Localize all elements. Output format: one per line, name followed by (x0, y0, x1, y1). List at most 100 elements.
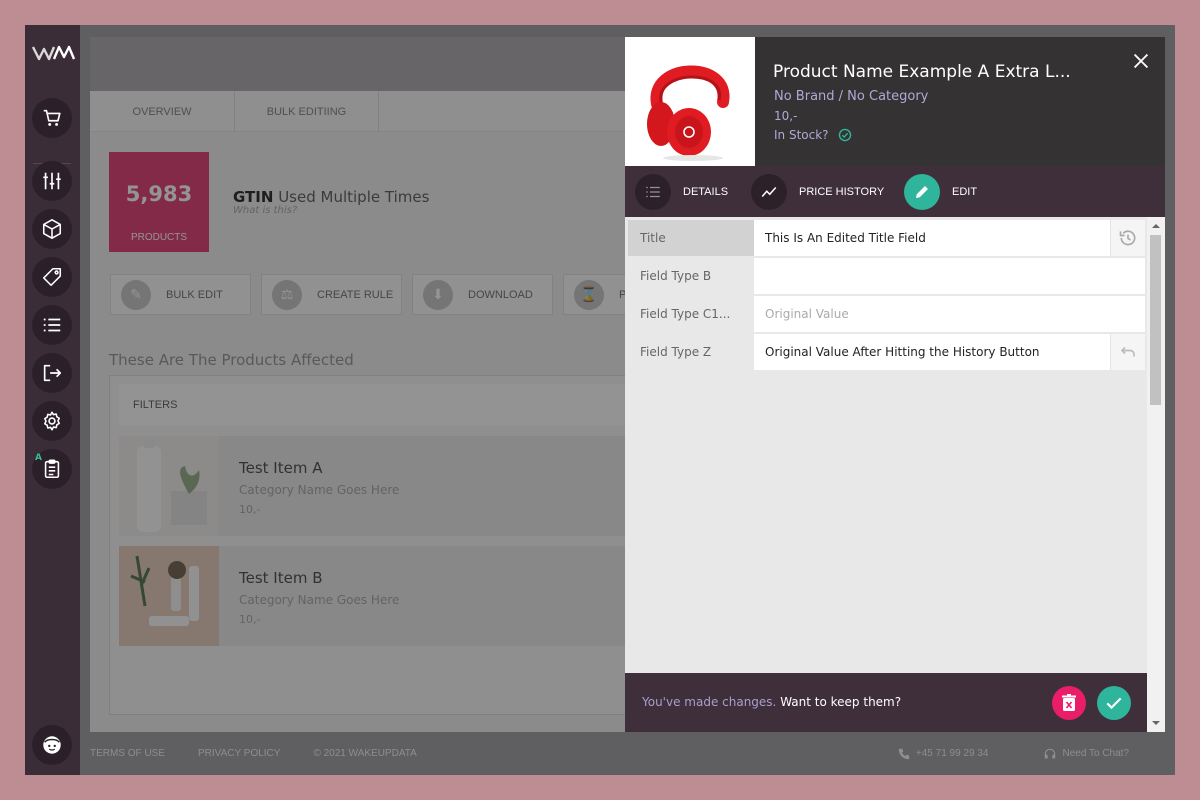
download-button[interactable]: ⬇ DOWNLOAD (412, 274, 553, 315)
pencil-icon (904, 173, 940, 210)
terms-link[interactable]: TERMS OF USE (90, 748, 165, 759)
sidebar-item-list[interactable] (32, 305, 72, 345)
wm-logo-icon (31, 45, 75, 60)
scroll-thumb[interactable] (1150, 235, 1161, 405)
stock-status: In Stock? (774, 128, 852, 142)
keep-changes-button[interactable] (1097, 686, 1131, 720)
tab-price-history-label: PRICE HISTORY (799, 185, 885, 198)
pencil-icon: ✎ (121, 279, 151, 310)
close-icon[interactable] (1130, 50, 1152, 72)
scroll-up-arrow[interactable] (1147, 221, 1165, 231)
field-row-title: Title This Is An Edited Title Field (628, 220, 1145, 256)
tab-bulk-editing[interactable]: BULK EDITIING (235, 91, 379, 132)
phone-number: +45 71 99 29 34 (915, 748, 989, 759)
create-rule-label: CREATE RULE (317, 288, 394, 301)
product-name: Test Item A (239, 459, 323, 477)
sidebar-item-sliders[interactable] (32, 161, 72, 201)
list-icon (635, 173, 671, 210)
sidebar-item-settings[interactable] (32, 401, 72, 441)
copyright: © 2021 WAKEUPDATA (313, 748, 417, 759)
face-icon (43, 736, 61, 754)
sidebar-item-logout[interactable] (32, 353, 72, 393)
scroll-down-arrow[interactable] (1147, 718, 1165, 728)
tab-edit-label: EDIT (952, 185, 978, 198)
clipboard-icon (44, 459, 60, 479)
footer: TERMS OF USE PRIVACY POLICY © 2021 WAKEU… (90, 732, 1175, 775)
create-rule-button[interactable]: ⚖ CREATE RULE (261, 274, 402, 315)
field-label: Field Type C1... (640, 307, 731, 321)
sidebar-item-products[interactable] (32, 209, 72, 249)
field-label: Field Type B (640, 269, 712, 283)
field-b-input[interactable] (754, 258, 1145, 294)
clipboard-badge: A (35, 453, 42, 463)
sidebar-item-cart[interactable] (32, 98, 72, 138)
filters-bar[interactable]: FILTERS (119, 384, 630, 426)
panel-header: Product Name Example A Extra L... No Bra… (625, 37, 1165, 166)
check-icon (1106, 697, 1122, 710)
panel-tabs: DETAILS PRICE HISTORY EDIT (625, 166, 1165, 217)
product-list: FILTERS Test Item A Category Name Goes H… (109, 375, 630, 715)
product-thumbnail (119, 546, 219, 646)
logout-icon (43, 364, 62, 382)
stat-number: 5,983 (125, 182, 193, 206)
product-name: Test Item B (239, 569, 323, 587)
scrollbar[interactable] (1147, 217, 1165, 732)
field-c1-input[interactable]: Original Value (754, 296, 1145, 332)
gavel-icon: ⚖ (272, 279, 302, 310)
tab-overview[interactable]: OVERVIEW (90, 91, 235, 132)
product-a-image (119, 436, 219, 536)
keep-question: Want to keep them? (780, 695, 902, 709)
product-price: 10,- (774, 109, 798, 123)
tab-details-label: DETAILS (683, 185, 729, 198)
product-brand-category: No Brand / No Category (774, 89, 929, 104)
unsaved-changes-bar: You've made changes. Want to keep them? (625, 673, 1147, 732)
sidebar-item-tags[interactable] (32, 257, 72, 297)
gear-icon (43, 411, 61, 431)
logo[interactable] (25, 25, 80, 80)
product-image (625, 37, 755, 166)
gtin-text: Used Multiple Times (278, 188, 430, 206)
user-avatar[interactable] (32, 725, 72, 765)
product-detail-panel: Product Name Example A Extra L... No Bra… (625, 37, 1165, 732)
gtin-bold: GTIN (233, 188, 274, 206)
privacy-link[interactable]: PRIVACY POLICY (198, 748, 280, 759)
product-category: Category Name Goes Here (239, 593, 400, 607)
tab-price-history[interactable]: PRICE HISTORY (751, 166, 884, 217)
field-row-z: Field Type Z Original Value After Hittin… (628, 334, 1145, 370)
chat-link[interactable]: Need To Chat? (1043, 747, 1162, 761)
product-price: 10,- (239, 503, 261, 516)
discard-changes-button[interactable] (1052, 686, 1086, 720)
chat-label: Need To Chat? (1062, 748, 1129, 759)
title-input[interactable]: This Is An Edited Title Field (754, 220, 1110, 256)
download-icon: ⬇ (423, 279, 453, 310)
download-label: DOWNLOAD (468, 288, 533, 301)
history-button[interactable] (1110, 220, 1145, 256)
app-header (90, 37, 630, 91)
changes-prompt: You've made changes. (642, 695, 777, 709)
sidebar: A (25, 25, 80, 775)
list-item[interactable]: Test Item B Category Name Goes Here 10,- (119, 546, 630, 646)
phone-link[interactable]: +45 71 99 29 34 (897, 747, 1022, 761)
products-stat-card: 5,983 PRODUCTS (109, 152, 209, 252)
headphones-image (647, 65, 730, 161)
tab-details[interactable]: DETAILS (635, 166, 728, 217)
background-app: OVERVIEW BULK EDITIING 5,983 PRODUCTS GT… (90, 37, 630, 732)
check-circle-icon (838, 128, 851, 142)
list-icon (43, 318, 61, 332)
field-z-input[interactable]: Original Value After Hitting the History… (754, 334, 1110, 370)
bulk-edit-button[interactable]: ✎ BULK EDIT (110, 274, 251, 315)
undo-button[interactable] (1110, 334, 1145, 370)
field-label: Title (628, 220, 754, 256)
box-icon (42, 219, 62, 239)
stat-label: PRODUCTS (130, 232, 188, 243)
stock-label: In Stock? (774, 128, 829, 142)
gtin-help-link[interactable]: What is this? (233, 205, 297, 216)
app-tabs: OVERVIEW BULK EDITIING (90, 91, 630, 132)
field-row-c1: Field Type C1... Original Value (628, 296, 1145, 332)
sliders-icon (43, 172, 61, 190)
list-item[interactable]: Test Item A Category Name Goes Here 10,- (119, 436, 630, 536)
tab-edit[interactable]: EDIT (904, 166, 977, 217)
tag-icon (42, 267, 62, 287)
app-frame: A OVERVIEW BULK EDITIING 5,983 PRODUCTS … (25, 25, 1175, 775)
po-button[interactable]: ⌛PO (563, 274, 630, 315)
